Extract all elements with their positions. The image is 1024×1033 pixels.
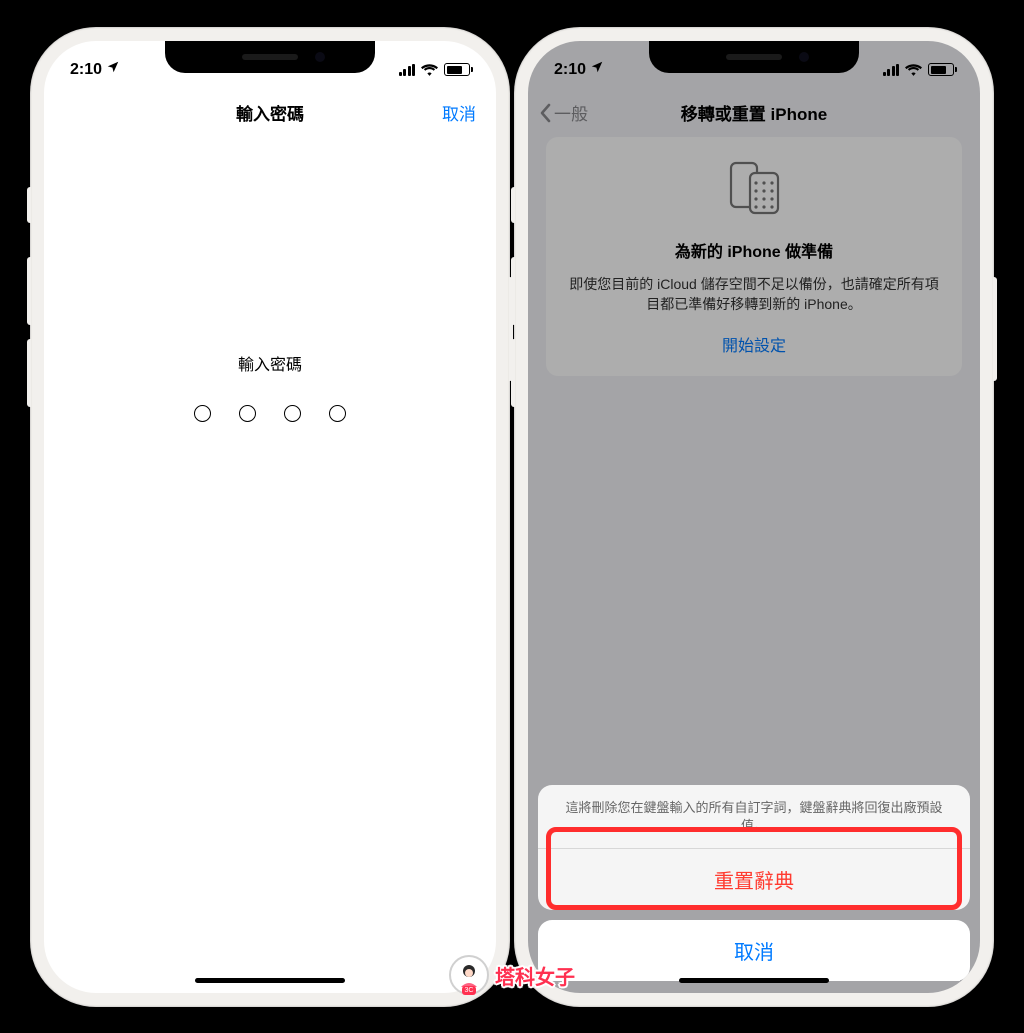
phone-frame-left: 2:10 輸入密碼 取消 輸入密碼 xyxy=(30,27,510,1007)
signal-icon xyxy=(399,64,416,76)
passcode-dot xyxy=(194,405,211,422)
nav-title: 輸入密碼 xyxy=(236,100,304,125)
battery-icon xyxy=(928,63,954,76)
sheet-message: 這將刪除您在鍵盤輸入的所有自訂字詞，鍵盤辭典將回復出廠預設值。 xyxy=(538,785,970,848)
watermark-avatar: 3C xyxy=(449,955,489,995)
reset-dictionary-button[interactable]: 重置辭典 xyxy=(538,849,970,910)
battery-icon xyxy=(444,63,470,76)
passcode-dot xyxy=(239,405,256,422)
location-icon xyxy=(590,60,604,79)
notch xyxy=(165,41,375,73)
signal-icon xyxy=(883,64,900,76)
location-icon xyxy=(106,60,120,79)
status-time: 2:10 xyxy=(554,61,586,79)
sheet-group: 這將刪除您在鍵盤輸入的所有自訂字詞，鍵盤辭典將回復出廠預設值。 重置辭典 xyxy=(538,785,970,909)
cancel-button[interactable]: 取消 xyxy=(442,100,476,125)
nav-bar: 輸入密碼 取消 xyxy=(44,89,496,137)
wifi-icon xyxy=(905,63,922,76)
watermark-text: 塔科女子 xyxy=(495,961,575,990)
watermark-tag: 3C xyxy=(462,986,477,995)
home-indicator[interactable] xyxy=(195,978,345,983)
passcode-dot xyxy=(329,405,346,422)
passcode-dot xyxy=(284,405,301,422)
passcode-prompt: 輸入密碼 xyxy=(238,351,302,375)
phone-frame-right: 2:10 一般 移轉或重置 iPhone xyxy=(514,27,994,1007)
home-indicator[interactable] xyxy=(679,978,829,983)
passcode-dots[interactable] xyxy=(194,405,346,422)
screen-transfer-reset: 2:10 一般 移轉或重置 iPhone xyxy=(528,41,980,993)
status-time: 2:10 xyxy=(70,61,102,79)
wifi-icon xyxy=(421,63,438,76)
watermark: 3C 塔科女子 xyxy=(449,955,575,995)
action-sheet: 這將刪除您在鍵盤輸入的所有自訂字詞，鍵盤辭典將回復出廠預設值。 重置辭典 取消 xyxy=(538,785,970,980)
screen-passcode: 2:10 輸入密碼 取消 輸入密碼 xyxy=(44,41,496,993)
notch xyxy=(649,41,859,73)
passcode-area: 輸入密碼 xyxy=(44,351,496,422)
